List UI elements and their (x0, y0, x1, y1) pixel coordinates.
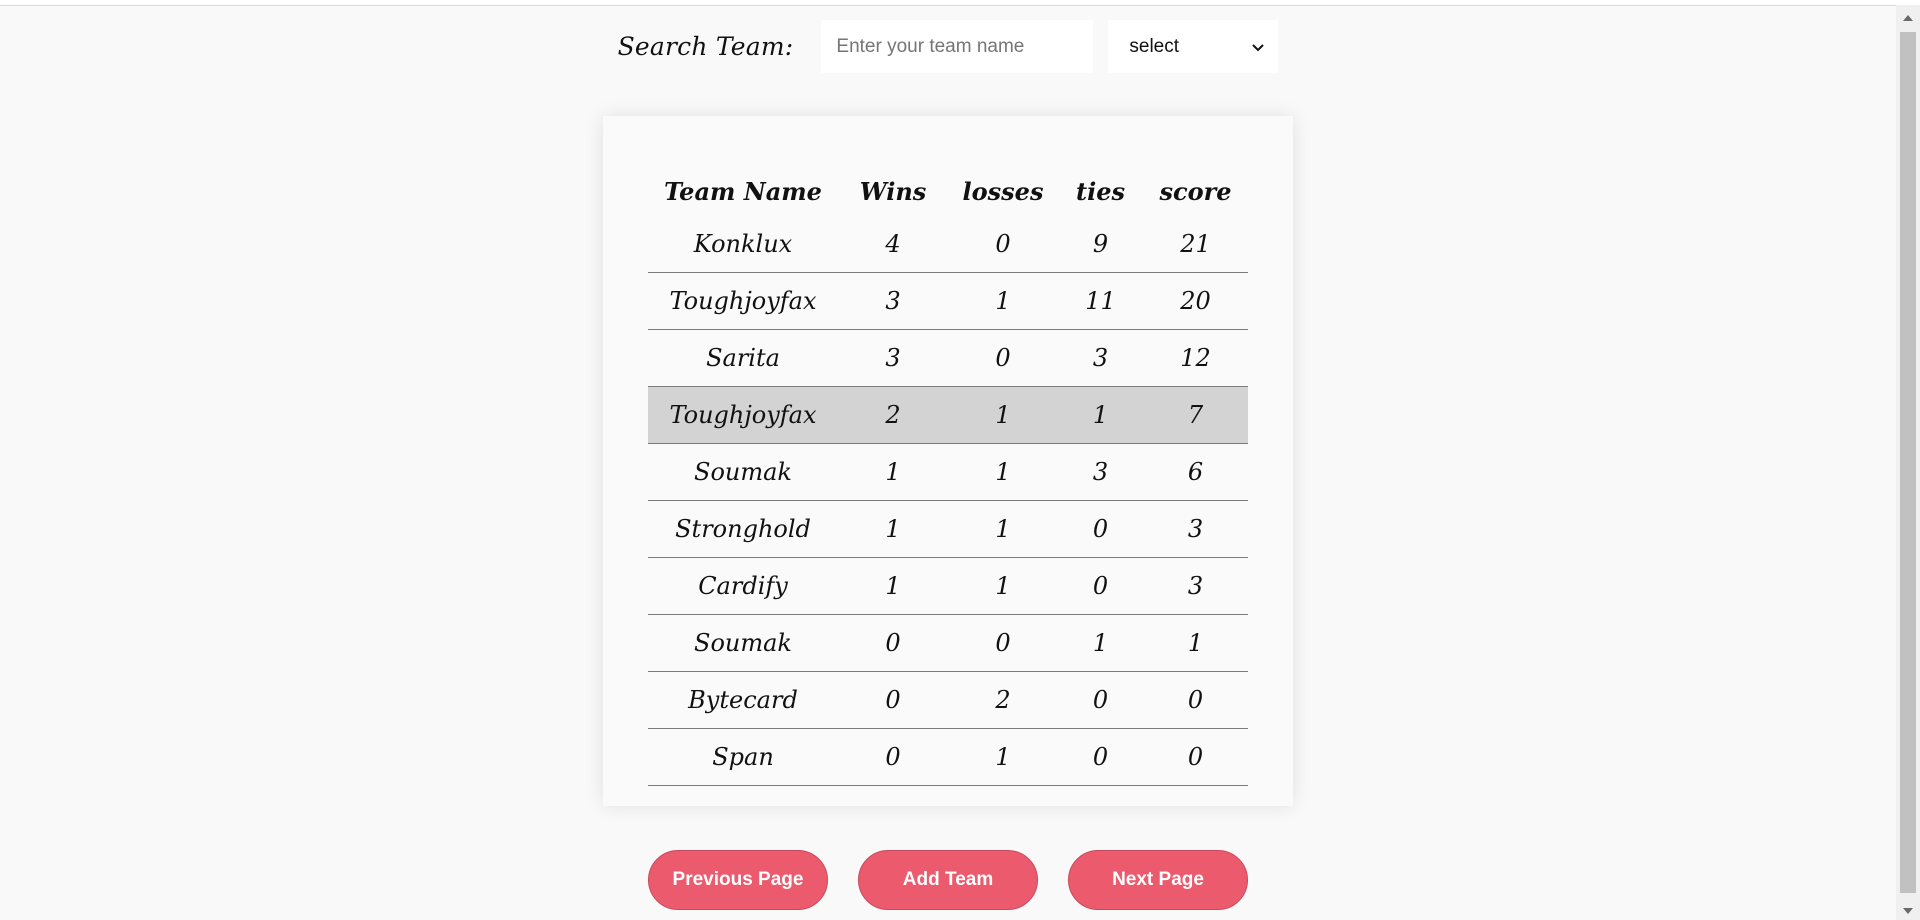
cell-wins: 1 (838, 557, 948, 615)
cell-ties: 3 (1058, 329, 1143, 387)
cell-score: 1 (1143, 614, 1248, 672)
cell-score: 6 (1143, 443, 1248, 501)
cell-team-name: Soumak (648, 614, 838, 672)
cell-ties: 0 (1058, 557, 1143, 615)
header-score: score (1159, 176, 1232, 206)
pagination-controls: Previous Page Add Team Next Page (648, 850, 1248, 910)
cell-ties: 0 (1058, 671, 1143, 729)
standings-card: Team Name Wins losses ties score Konklux… (603, 116, 1293, 806)
table-row[interactable]: Stronghold 1 1 0 3 (648, 500, 1248, 558)
cell-losses: 1 (948, 386, 1058, 444)
cell-score: 0 (1143, 671, 1248, 729)
scroll-up-arrow-icon[interactable] (1903, 15, 1913, 21)
cell-score: 12 (1143, 329, 1248, 387)
table-row[interactable]: Sarita 3 0 3 12 (648, 329, 1248, 387)
search-label: Search Team: (617, 32, 794, 61)
search-input[interactable] (821, 20, 1094, 73)
header-losses: losses (962, 176, 1044, 206)
table-row[interactable]: Toughjoyfax 3 1 11 20 (648, 272, 1248, 330)
cell-losses: 0 (948, 329, 1058, 387)
cell-team-name: Sarita (648, 329, 838, 387)
filter-select[interactable]: select (1108, 20, 1279, 73)
cell-wins: 4 (838, 216, 948, 273)
cell-losses: 1 (948, 272, 1058, 330)
previous-page-button[interactable]: Previous Page (648, 850, 828, 910)
table-row[interactable]: Soumak 1 1 3 6 (648, 443, 1248, 501)
chevron-down-icon (1252, 43, 1265, 51)
cell-ties: 0 (1058, 728, 1143, 786)
cell-losses: 1 (948, 728, 1058, 786)
cell-ties: 11 (1058, 272, 1143, 330)
cell-ties: 1 (1058, 614, 1143, 672)
cell-wins: 0 (838, 728, 948, 786)
cell-team-name: Cardify (648, 557, 838, 615)
search-bar: Search Team: select (0, 20, 1896, 73)
table-row[interactable]: Cardify 1 1 0 3 (648, 557, 1248, 615)
cell-score: 21 (1143, 216, 1248, 273)
header-team-name: Team Name (664, 176, 822, 206)
cell-losses: 0 (948, 216, 1058, 273)
cell-team-name: Konklux (648, 216, 838, 273)
cell-losses: 0 (948, 614, 1058, 672)
cell-wins: 3 (838, 329, 948, 387)
table-row[interactable]: Span 0 1 0 0 (648, 728, 1248, 786)
header-ties: ties (1076, 176, 1125, 206)
add-team-button[interactable]: Add Team (858, 850, 1038, 910)
header-wins: Wins (859, 176, 927, 206)
next-page-button[interactable]: Next Page (1068, 850, 1248, 910)
standings-table: Team Name Wins losses ties score Konklux… (648, 166, 1248, 786)
cell-wins: 1 (838, 443, 948, 501)
cell-team-name: Bytecard (648, 671, 838, 729)
cell-ties: 3 (1058, 443, 1143, 501)
top-border (0, 0, 1920, 6)
cell-score: 7 (1143, 386, 1248, 444)
scroll-down-arrow-icon[interactable] (1903, 908, 1913, 914)
cell-score: 3 (1143, 500, 1248, 558)
cell-ties: 0 (1058, 500, 1143, 558)
cell-losses: 2 (948, 671, 1058, 729)
cell-score: 3 (1143, 557, 1248, 615)
cell-score: 20 (1143, 272, 1248, 330)
table-header-row: Team Name Wins losses ties score (648, 166, 1248, 216)
table-row[interactable]: Bytecard 0 2 0 0 (648, 671, 1248, 729)
cell-wins: 0 (838, 614, 948, 672)
cell-ties: 9 (1058, 216, 1143, 273)
cell-wins: 0 (838, 671, 948, 729)
cell-losses: 1 (948, 443, 1058, 501)
cell-team-name: Toughjoyfax (648, 272, 838, 330)
cell-team-name: Stronghold (648, 500, 838, 558)
cell-wins: 3 (838, 272, 948, 330)
vertical-scrollbar[interactable] (1896, 5, 1920, 920)
cell-wins: 2 (838, 386, 948, 444)
scroll-thumb[interactable] (1900, 32, 1916, 893)
table-row-highlighted[interactable]: Toughjoyfax 2 1 1 7 (648, 386, 1248, 444)
cell-team-name: Soumak (648, 443, 838, 501)
cell-score: 0 (1143, 728, 1248, 786)
cell-losses: 1 (948, 500, 1058, 558)
filter-select-value: select (1129, 35, 1180, 57)
table-row[interactable]: Soumak 0 0 1 1 (648, 614, 1248, 672)
cell-team-name: Toughjoyfax (648, 386, 838, 444)
cell-wins: 1 (838, 500, 948, 558)
cell-ties: 1 (1058, 386, 1143, 444)
table-row[interactable]: Konklux 4 0 9 21 (648, 216, 1248, 273)
cell-team-name: Span (648, 728, 838, 786)
cell-losses: 1 (948, 557, 1058, 615)
